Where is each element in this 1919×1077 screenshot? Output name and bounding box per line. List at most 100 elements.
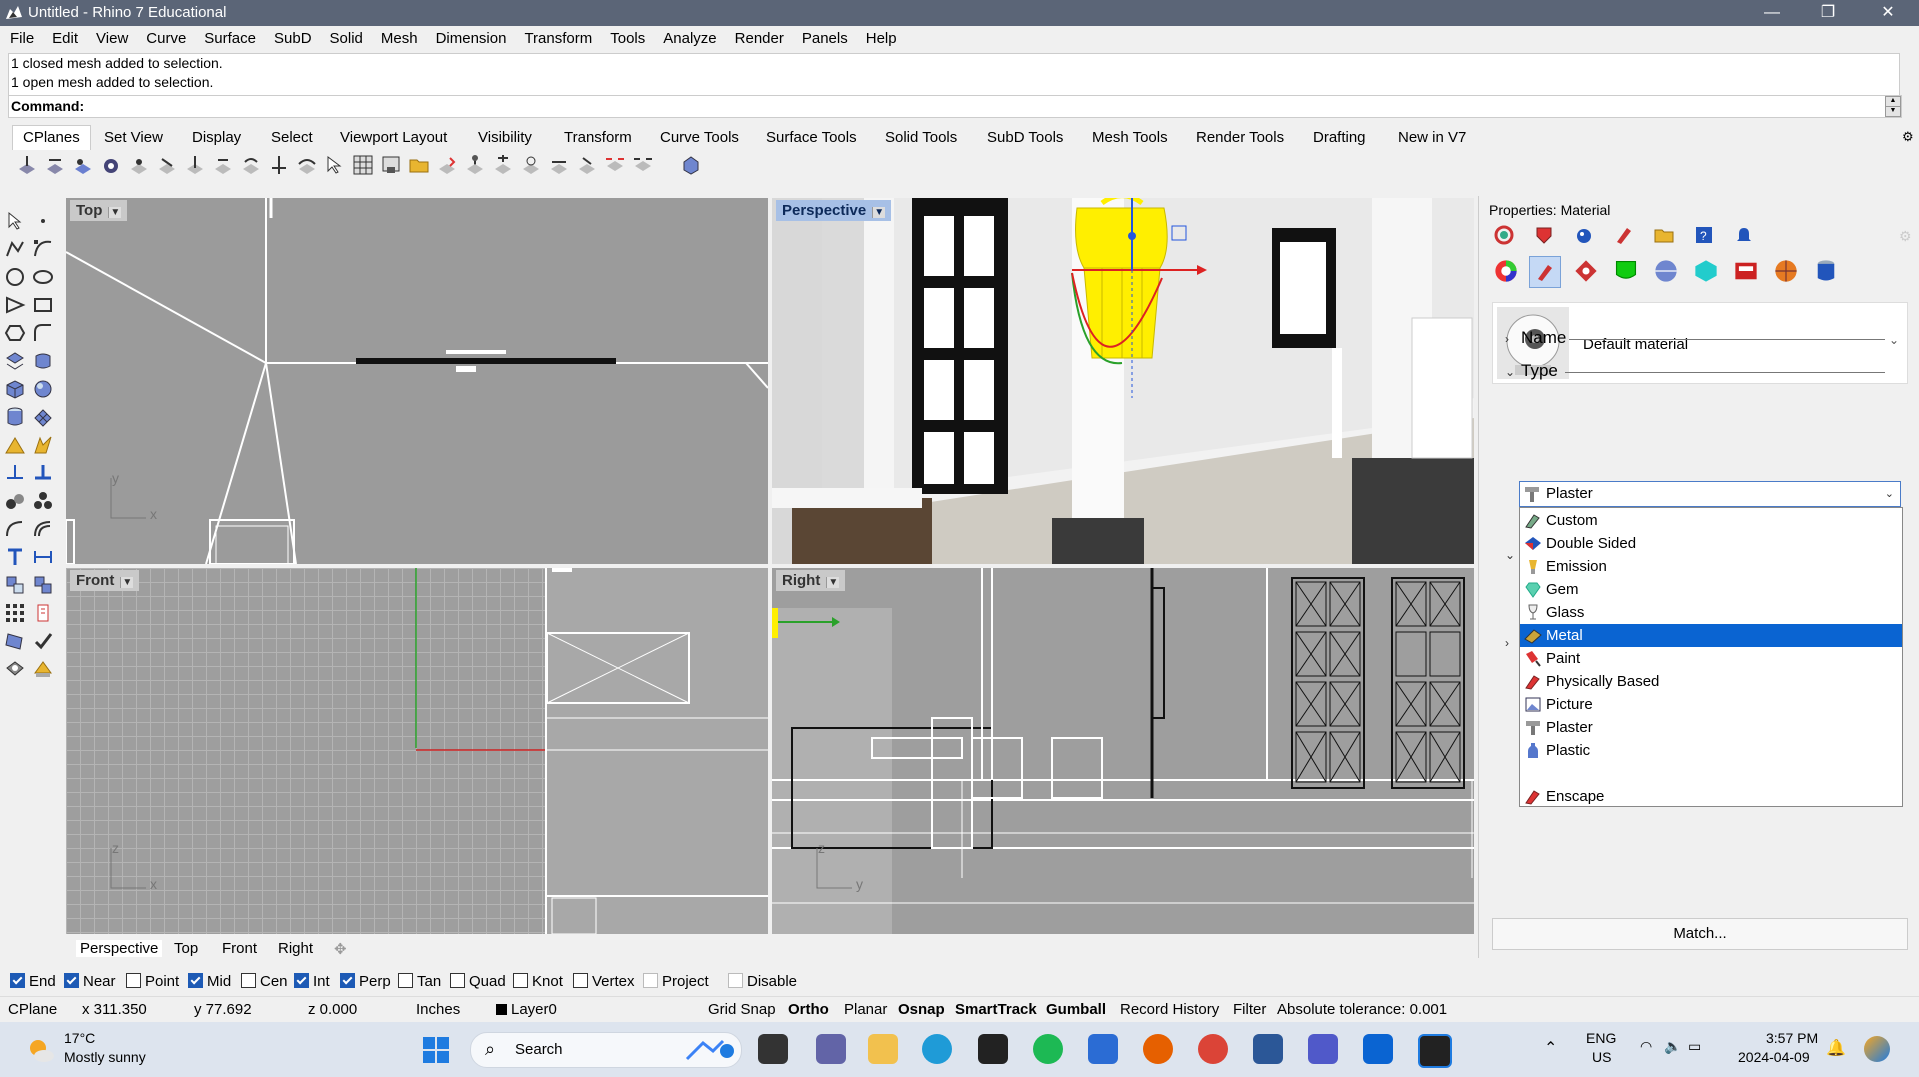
help-icon[interactable]: ? — [1693, 224, 1715, 246]
polyline-icon[interactable] — [4, 238, 26, 260]
osnap-near[interactable]: Near — [64, 973, 116, 990]
select-arrow-icon[interactable] — [4, 210, 26, 232]
menu-subd[interactable]: SubD — [264, 26, 320, 47]
tab-select[interactable]: Select — [271, 129, 313, 146]
cplane-curve-icon[interactable] — [184, 154, 206, 176]
tab-render-tools[interactable]: Render Tools — [1196, 129, 1284, 146]
brush-icon[interactable] — [1613, 224, 1635, 246]
type-dropdown[interactable]: Plaster ⌄ — [1519, 481, 1901, 507]
viewport-label-top[interactable]: Top ▼ — [70, 200, 128, 221]
language-primary[interactable]: ENG — [1586, 1030, 1616, 1046]
tab-curve-tools[interactable]: Curve Tools — [660, 129, 739, 146]
battery-icon[interactable]: ▭ — [1688, 1038, 1701, 1055]
type-option-picture[interactable]: Picture — [1520, 693, 1902, 716]
status-record-history[interactable]: Record History — [1120, 1001, 1219, 1018]
status-gumball[interactable]: Gumball — [1046, 1001, 1106, 1018]
osnap-tan[interactable]: Tan — [398, 973, 441, 990]
box-icon[interactable] — [4, 378, 26, 400]
tab-mesh-tools[interactable]: Mesh Tools — [1092, 129, 1168, 146]
teams-icon[interactable] — [816, 1034, 846, 1064]
osnap-quad[interactable]: Quad — [450, 973, 506, 990]
tab-surface-tools[interactable]: Surface Tools — [766, 129, 857, 146]
type-option-custom[interactable]: Custom — [1520, 509, 1902, 532]
cylinder-icon[interactable] — [4, 406, 26, 428]
copy-icon[interactable] — [32, 574, 54, 596]
chrome-icon[interactable] — [1198, 1034, 1228, 1064]
type-option-plaster[interactable]: Plaster — [1520, 716, 1902, 739]
polygon-icon[interactable] — [4, 322, 26, 344]
osnap-int[interactable]: Int — [294, 973, 330, 990]
chevron-down-icon[interactable]: ▼ — [120, 577, 134, 588]
display-icon[interactable] — [1573, 224, 1595, 246]
chevron-down-icon[interactable]: ▼ — [826, 577, 840, 588]
tab-new-in-v7[interactable]: New in V7 — [1398, 129, 1466, 146]
status-planar[interactable]: Planar — [844, 1001, 887, 1018]
cplane-select-icon[interactable] — [324, 154, 346, 176]
osnap-mid[interactable]: Mid — [188, 973, 231, 990]
point-icon[interactable] — [32, 210, 54, 232]
boolean-icon[interactable] — [4, 434, 26, 456]
sun-icon[interactable] — [1693, 258, 1719, 284]
status-filter[interactable]: Filter — [1233, 1001, 1266, 1018]
menu-render[interactable]: Render — [725, 26, 792, 47]
section-name[interactable]: › Name — [1505, 328, 1905, 348]
dimension-icon[interactable] — [32, 546, 54, 568]
chevron-down-icon[interactable]: ▼ — [108, 207, 122, 218]
type-option-paint[interactable]: Paint — [1520, 647, 1902, 670]
basketball-icon[interactable] — [1773, 258, 1799, 284]
status-osnap[interactable]: Osnap — [898, 1001, 945, 1018]
gear-icon[interactable]: ⚙ — [1902, 129, 1914, 145]
status-units[interactable]: Inches — [416, 1001, 460, 1018]
tab-set-view[interactable]: Set View — [104, 129, 163, 146]
grid-icon[interactable] — [352, 154, 374, 176]
close-button[interactable]: ✕ — [1860, 0, 1916, 26]
cplane-rotate-icon[interactable] — [240, 154, 262, 176]
explode-icon[interactable] — [32, 434, 54, 456]
cplane-rotate-z-icon[interactable] — [576, 154, 598, 176]
osnap-knot[interactable]: Knot — [513, 973, 563, 990]
osnap-end[interactable]: End — [10, 973, 56, 990]
osnap-cen[interactable]: Cen — [241, 973, 288, 990]
teams-work-icon[interactable] — [1308, 1034, 1338, 1064]
cplane-world-front-icon[interactable] — [44, 154, 66, 176]
outlook-icon[interactable] — [1363, 1034, 1393, 1064]
cplane-origin-icon[interactable] — [268, 154, 290, 176]
type-option-enscape[interactable]: Enscape — [1520, 785, 1902, 808]
cplane-elevation-icon[interactable] — [100, 154, 122, 176]
curve-fillet-icon[interactable] — [32, 322, 54, 344]
tab-cplanes[interactable]: CPlanes — [12, 125, 91, 150]
edge-icon[interactable] — [922, 1034, 952, 1064]
settings-icon[interactable]: ⚙ — [1899, 228, 1912, 245]
type-option-metal[interactable]: Metal — [1520, 624, 1902, 647]
type-option-plastic[interactable]: Plastic — [1520, 739, 1902, 762]
status-grid-snap[interactable]: Grid Snap — [708, 1001, 776, 1018]
curve-icon[interactable] — [32, 238, 54, 260]
type-option-gem[interactable]: Gem — [1520, 578, 1902, 601]
menu-view[interactable]: View — [86, 26, 136, 47]
match-button[interactable]: Match... — [1492, 918, 1908, 950]
type-option-glass[interactable]: Glass — [1520, 601, 1902, 624]
named-cplanes-icon[interactable] — [380, 154, 402, 176]
viewport-perspective[interactable]: Perspective ▼ — [772, 198, 1474, 564]
vp-tab-right[interactable]: Right — [278, 940, 313, 957]
layers-icon[interactable] — [1533, 224, 1555, 246]
osnap-perp[interactable]: Perp — [340, 973, 391, 990]
tab-display[interactable]: Display — [192, 129, 241, 146]
osnap-vertex[interactable]: Vertex — [573, 973, 635, 990]
menu-panels[interactable]: Panels — [792, 26, 856, 47]
viewport-label-perspective[interactable]: Perspective ▼ — [776, 200, 892, 221]
type-option-physically-based[interactable]: Physically Based — [1520, 670, 1902, 693]
ellipse-icon[interactable] — [32, 266, 54, 288]
tab-viewport-layout[interactable]: Viewport Layout — [340, 129, 447, 146]
texture-icon[interactable] — [1573, 258, 1599, 284]
materials-icon[interactable] — [32, 658, 54, 680]
notifications-bell-icon[interactable] — [1733, 224, 1755, 246]
scroll-down-icon[interactable]: ▼ — [1885, 106, 1901, 117]
tab-solid-tools[interactable]: Solid Tools — [885, 129, 957, 146]
surface-corner-icon[interactable] — [4, 350, 26, 372]
file-explorer-icon[interactable] — [868, 1034, 898, 1064]
weather-sun-icon[interactable] — [24, 1034, 56, 1066]
chevron-up-icon[interactable]: ⌃ — [1544, 1038, 1557, 1058]
menu-analyze[interactable]: Analyze — [653, 26, 724, 47]
rhino-active-icon[interactable] — [1418, 1034, 1452, 1068]
